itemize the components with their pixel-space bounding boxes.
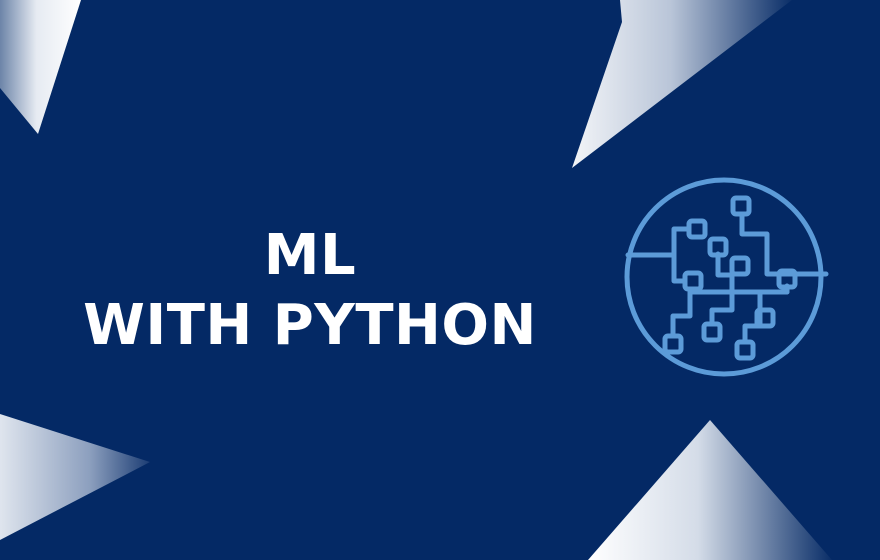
triangle-bottom-left [0, 414, 150, 540]
triangle-bottom-right [588, 420, 832, 560]
circuit-brain-icon [620, 174, 830, 384]
title-line-with-python: WITH PYTHON [83, 293, 537, 358]
triangle-top-left [0, 0, 81, 134]
banner-canvas: ML WITH PYTHON [0, 0, 880, 560]
banner-title: ML WITH PYTHON [80, 221, 540, 361]
title-line-ml: ML [263, 223, 357, 288]
triangle-top-right [572, 0, 792, 168]
